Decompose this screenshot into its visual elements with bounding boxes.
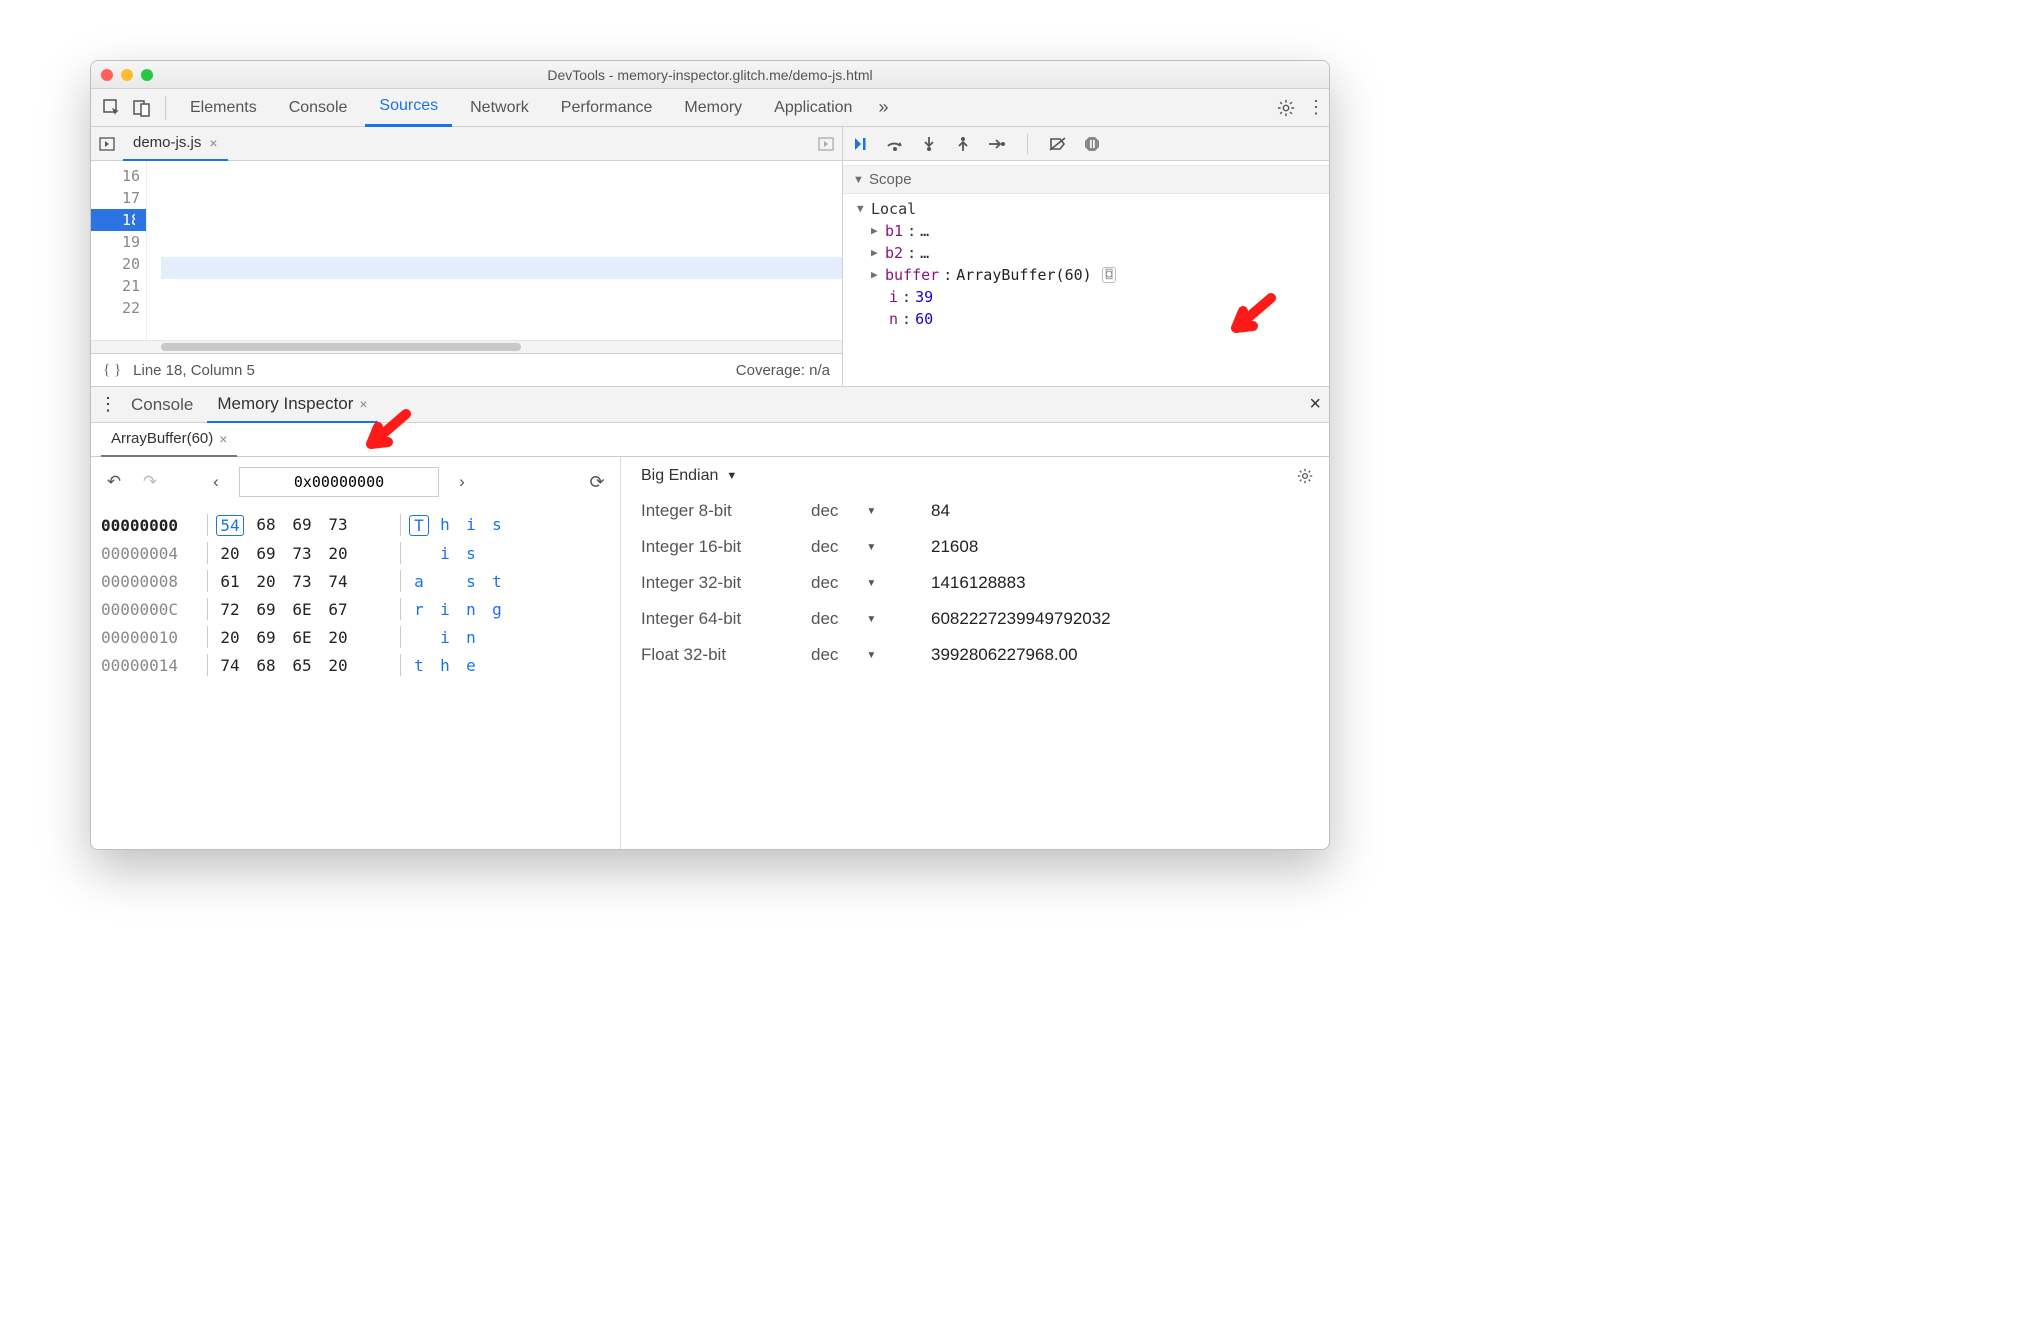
step-button[interactable] bbox=[987, 134, 1007, 154]
value-interpreter: Big Endian▼ Integer 8-bitdec▼84 Integer 1… bbox=[621, 457, 1329, 849]
close-window-button[interactable] bbox=[101, 69, 113, 81]
memory-tab-arraybuffer[interactable]: ArrayBuffer(60) × bbox=[101, 423, 237, 457]
close-drawer-icon[interactable]: × bbox=[1309, 393, 1321, 416]
pretty-print-icon[interactable]: { } bbox=[103, 362, 121, 379]
endianness-select[interactable]: Big Endian▼ bbox=[641, 467, 737, 485]
address-input[interactable] bbox=[239, 467, 439, 497]
pause-on-exceptions-button[interactable] bbox=[1082, 134, 1102, 154]
value-row: Integer 8-bitdec▼84 bbox=[641, 501, 1313, 521]
scope-header-label: Scope bbox=[869, 171, 912, 188]
value-format-select[interactable]: dec▼ bbox=[811, 609, 931, 629]
refresh-icon[interactable]: ⟳ bbox=[584, 472, 610, 493]
separator bbox=[165, 96, 166, 120]
redo-icon[interactable]: ↷ bbox=[137, 472, 163, 492]
panel-tabbar: Elements Console Sources Network Perform… bbox=[91, 89, 1329, 127]
hex-row[interactable]: 0000000054686973This bbox=[101, 511, 610, 539]
horizontal-scrollbar[interactable] bbox=[91, 340, 842, 353]
scope-header[interactable]: ▼Scope bbox=[843, 165, 1329, 194]
run-snippet-icon[interactable] bbox=[818, 136, 834, 152]
window-title: DevTools - memory-inspector.glitch.me/de… bbox=[101, 67, 1319, 83]
tab-application[interactable]: Application bbox=[760, 89, 866, 127]
code-lines: for (var i = str.length; i < n; ++i) {i … bbox=[147, 161, 842, 340]
prev-page-icon[interactable]: ‹ bbox=[203, 472, 229, 492]
hex-row[interactable]: 0000001020696E20 in bbox=[101, 623, 610, 651]
tab-sources[interactable]: Sources bbox=[365, 89, 452, 127]
hex-row[interactable]: 0000000861207374a st bbox=[101, 567, 610, 595]
value-format-select[interactable]: dec▼ bbox=[811, 645, 931, 665]
navigator-toggle-icon[interactable] bbox=[99, 136, 115, 152]
minimize-window-button[interactable] bbox=[121, 69, 133, 81]
var-buffer[interactable]: ▶buffer: ArrayBuffer(60)⌼ bbox=[853, 264, 1325, 286]
maximize-window-button[interactable] bbox=[141, 69, 153, 81]
scope-local-label: Local bbox=[871, 198, 916, 220]
memory-tab-label: ArrayBuffer(60) bbox=[111, 430, 213, 447]
next-page-icon[interactable]: › bbox=[449, 472, 475, 492]
kebab-menu-icon[interactable]: ⋮ bbox=[1303, 95, 1329, 121]
address-nav: ↶ ↷ ‹ › ⟳ bbox=[101, 467, 610, 497]
value-row: Integer 64-bitdec▼6082227239949792032 bbox=[641, 609, 1313, 629]
file-tab-demo-js[interactable]: demo-js.js × bbox=[123, 127, 228, 161]
device-toolbar-icon[interactable] bbox=[129, 95, 155, 121]
editor-statusbar: { } Line 18, Column 5 Coverage: n/a bbox=[91, 353, 842, 386]
coverage-label: Coverage: n/a bbox=[736, 362, 830, 379]
tab-memory[interactable]: Memory bbox=[670, 89, 756, 127]
hex-row[interactable]: 0000000420697320 is bbox=[101, 539, 610, 567]
reveal-in-memory-icon[interactable]: ⌼ bbox=[1102, 267, 1117, 283]
tab-performance[interactable]: Performance bbox=[547, 89, 667, 127]
value-list: Integer 8-bitdec▼84 Integer 16-bitdec▼216… bbox=[641, 501, 1313, 665]
debugger-pane: ▼Scope ▼Local ▶b1: … ▶b2: … ▶buffer: Arr… bbox=[843, 127, 1329, 386]
hex-row[interactable]: 0000001474686520the bbox=[101, 651, 610, 679]
drawer-tabbar: ⋮ Console Memory Inspector × × bbox=[91, 387, 1329, 423]
step-over-button[interactable] bbox=[885, 134, 905, 154]
memory-inspector-body: ↶ ↷ ‹ › ⟳ 0000000054686973This0000000420… bbox=[91, 457, 1329, 849]
value-format-select[interactable]: dec▼ bbox=[811, 573, 931, 593]
editor-pane: demo-js.js × 16171819202122 for (var i =… bbox=[91, 127, 843, 386]
settings-icon[interactable] bbox=[1273, 95, 1299, 121]
close-memory-tab-icon[interactable]: × bbox=[219, 431, 227, 447]
line-gutter[interactable]: 16171819202122 bbox=[91, 161, 147, 340]
value-settings-icon[interactable] bbox=[1297, 468, 1313, 484]
titlebar: DevTools - memory-inspector.glitch.me/de… bbox=[91, 61, 1329, 89]
drawer-tab-label: Memory Inspector bbox=[217, 394, 353, 414]
drawer: ⋮ Console Memory Inspector × × ArrayBuff… bbox=[91, 387, 1329, 849]
value-row: Float 32-bitdec▼3992806227968.00 bbox=[641, 645, 1313, 665]
debugger-toolbar bbox=[843, 127, 1329, 161]
value-row: Integer 16-bitdec▼21608 bbox=[641, 537, 1313, 557]
tab-network[interactable]: Network bbox=[456, 89, 543, 127]
traffic-lights bbox=[101, 69, 153, 81]
annotation-arrow bbox=[1221, 293, 1281, 343]
scope-local[interactable]: ▼Local bbox=[853, 198, 1325, 220]
undo-icon[interactable]: ↶ bbox=[101, 472, 127, 492]
file-tabbar: demo-js.js × bbox=[91, 127, 842, 161]
more-tabs-icon[interactable]: » bbox=[870, 95, 896, 121]
hex-table[interactable]: 0000000054686973This0000000420697320 is … bbox=[101, 511, 610, 679]
cursor-position: Line 18, Column 5 bbox=[133, 362, 255, 379]
value-format-select[interactable]: dec▼ bbox=[811, 537, 931, 557]
step-into-button[interactable] bbox=[919, 134, 939, 154]
hex-viewer: ↶ ↷ ‹ › ⟳ 0000000054686973This0000000420… bbox=[91, 457, 621, 849]
annotation-arrow bbox=[356, 409, 416, 459]
scope-panel: ▼Scope ▼Local ▶b1: … ▶b2: … ▶buffer: Arr… bbox=[843, 161, 1329, 386]
value-row: Integer 32-bitdec▼1416128883 bbox=[641, 573, 1313, 593]
hex-row[interactable]: 0000000C72696E67ring bbox=[101, 595, 610, 623]
file-tab-label: demo-js.js bbox=[133, 134, 201, 151]
drawer-menu-icon[interactable]: ⋮ bbox=[99, 394, 117, 415]
tab-console[interactable]: Console bbox=[275, 89, 362, 127]
memory-inspector-tabbar: ArrayBuffer(60) × bbox=[91, 423, 1329, 457]
step-out-button[interactable] bbox=[953, 134, 973, 154]
inspect-element-icon[interactable] bbox=[99, 95, 125, 121]
endianness-label: Big Endian bbox=[641, 467, 718, 485]
drawer-tab-console[interactable]: Console bbox=[121, 387, 203, 423]
sources-panel: demo-js.js × 16171819202122 for (var i =… bbox=[91, 127, 1329, 387]
tab-elements[interactable]: Elements bbox=[176, 89, 271, 127]
deactivate-breakpoints-button[interactable] bbox=[1048, 134, 1068, 154]
devtools-window: DevTools - memory-inspector.glitch.me/de… bbox=[90, 60, 1330, 850]
code-editor[interactable]: 16171819202122 for (var i = str.length; … bbox=[91, 161, 842, 340]
var-b2[interactable]: ▶b2: … bbox=[853, 242, 1325, 264]
drawer-tab-memory-inspector[interactable]: Memory Inspector × bbox=[207, 387, 377, 423]
close-tab-icon[interactable]: × bbox=[209, 135, 217, 151]
resume-button[interactable] bbox=[851, 134, 871, 154]
var-b1[interactable]: ▶b1: … bbox=[853, 220, 1325, 242]
value-format-select[interactable]: dec▼ bbox=[811, 501, 931, 521]
